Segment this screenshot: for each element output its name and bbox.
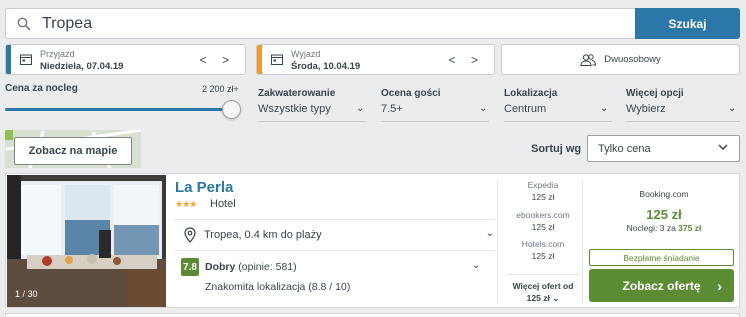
- more-options-label: Więcej opcji: [626, 88, 684, 99]
- accommodation-filter-value[interactable]: Wszystkie typy: [258, 103, 331, 115]
- deal-price: 125 zł: [531, 192, 555, 202]
- checkin-arrows[interactable]: < >: [200, 53, 235, 67]
- price-filter-label: Cena za nocleg: [5, 83, 78, 94]
- chevron-down-icon: [718, 144, 728, 151]
- price-slider-handle[interactable]: [222, 100, 241, 119]
- accommodation-filter[interactable]: Zakwaterowanie Wszystkie typy ⌄: [258, 83, 366, 122]
- rating-filter-label: Ocena gości: [381, 88, 441, 99]
- hotel-result-card: 1 / 30 La Perla ★★★ Hotel Tropea, 0.4 km…: [5, 173, 740, 308]
- filter-underline: [626, 121, 740, 122]
- deal-site: ebookers.com: [516, 210, 570, 220]
- best-deal-price: 125 zł: [646, 207, 682, 222]
- hotel-name-link[interactable]: La Perla: [175, 179, 233, 196]
- checkout-field[interactable]: Wyjazd Środa, 10.04.19 < >: [256, 44, 495, 75]
- best-deal-site: Booking.com: [639, 189, 689, 199]
- view-offer-label: Zobacz ofertę: [622, 278, 701, 293]
- chevron-down-icon: ⌄: [356, 103, 365, 114]
- checkout-label: Wyjazd: [291, 49, 321, 59]
- divider: [175, 219, 495, 220]
- rating-filter[interactable]: Ocena gości 7.5+ ⌄: [381, 83, 489, 122]
- page: Szukaj Przyjazd Niedziela, 07.04.19 < > …: [0, 0, 746, 317]
- checkin-field[interactable]: Przyjazd Niedziela, 07.04.19 < >: [5, 44, 246, 75]
- rating-summary[interactable]: Dobry (opinie: 581): [205, 261, 297, 273]
- calendar-icon: [271, 54, 283, 65]
- divider: [175, 250, 495, 251]
- filter-underline: [258, 121, 366, 122]
- room-type-label: Dwuosobowy: [604, 54, 661, 65]
- divider: [507, 274, 579, 275]
- accommodation-filter-label: Zakwaterowanie: [258, 88, 336, 99]
- hotel-type: Hotel: [210, 198, 236, 210]
- price-slider-track[interactable]: [5, 108, 233, 111]
- best-deal-nights: Noclegi: 3 za 375 zł: [589, 223, 739, 233]
- rating-score-badge: 7.8: [181, 258, 199, 276]
- next-result-card: [5, 313, 740, 317]
- divider: [497, 179, 498, 303]
- photo-counter: 1 / 30: [15, 289, 38, 299]
- checkout-value: Środa, 10.04.19: [291, 61, 361, 72]
- checkout-arrows[interactable]: < >: [449, 53, 484, 67]
- deal-site: Expedia: [527, 180, 559, 190]
- map-pin-icon: [184, 227, 196, 243]
- chevron-down-icon: ⌄: [728, 103, 737, 114]
- free-breakfast-badge: Bezpłatne śniadanie: [589, 249, 734, 266]
- chevron-down-icon: ⌄: [552, 293, 560, 303]
- deal-site: Hotels.com: [521, 239, 565, 249]
- checkin-label: Przyjazd: [40, 49, 75, 59]
- chevron-down-icon: ⌄: [472, 260, 481, 271]
- users-icon: [580, 53, 597, 66]
- more-offers-label: Więcej ofert od: [512, 281, 574, 291]
- hotel-photo[interactable]: 1 / 30: [7, 175, 166, 307]
- room-type-selector[interactable]: Dwuosobowy: [501, 44, 740, 75]
- more-offers-price: 125 zł: [526, 293, 550, 303]
- location-filter-value[interactable]: Centrum: [504, 103, 546, 115]
- hotel-location-row[interactable]: Tropea, 0.4 km do plaży ⌄: [184, 227, 494, 243]
- view-offer-button[interactable]: Zobacz ofertę ›: [589, 269, 734, 302]
- location-filter-label: Lokalizacja: [504, 88, 558, 99]
- nights-total: 375 zł: [678, 223, 702, 233]
- nights-prefix: Noclegi: 3 za: [626, 223, 676, 233]
- filter-underline: [504, 121, 612, 122]
- rating-filter-value[interactable]: 7.5+: [381, 103, 403, 115]
- deal-price: 125 zł: [531, 251, 555, 261]
- price-filter-max: 2 200 zł+: [202, 84, 239, 94]
- checkout-accent-bar: [257, 45, 262, 74]
- sort-value: Tylko cena: [598, 143, 651, 155]
- chevron-down-icon: ⌄: [479, 103, 488, 114]
- location-score: Znakomita lokalizacja (8.8 / 10): [205, 281, 351, 293]
- divider: [582, 179, 583, 303]
- rating-reviews: (opinie: 581): [238, 261, 297, 273]
- more-options-filter[interactable]: Więcej opcji Wybierz ⌄: [626, 83, 740, 122]
- chevron-down-icon: ⌄: [485, 228, 494, 239]
- sort-select[interactable]: Tylko cena: [587, 135, 740, 162]
- chevron-right-icon: ›: [717, 278, 722, 294]
- calendar-icon: [20, 54, 32, 65]
- deal-item[interactable]: Hotels.com 125 zł: [503, 239, 583, 261]
- map-park: [5, 130, 13, 140]
- deal-item[interactable]: ebookers.com 125 zł: [503, 210, 583, 232]
- show-map-button[interactable]: Zobacz na mapie: [14, 137, 132, 165]
- rating-word: Dobry: [205, 261, 236, 273]
- search-input[interactable]: [42, 12, 622, 35]
- hotel-location-text: Tropea, 0.4 km do plaży: [204, 229, 322, 241]
- more-options-value[interactable]: Wybierz: [626, 103, 666, 115]
- more-offers-button[interactable]: Więcej ofert od 125 zł ⌄: [503, 280, 583, 304]
- deal-item[interactable]: Expedia 125 zł: [503, 180, 583, 202]
- checkin-accent-bar: [6, 45, 11, 74]
- search-icon: [17, 17, 31, 31]
- deals-column: Expedia 125 zł ebookers.com 125 zł Hotel…: [503, 174, 583, 307]
- deal-price: 125 zł: [531, 222, 555, 232]
- filter-underline: [381, 121, 489, 122]
- hotel-photo-image: [7, 175, 166, 307]
- search-button[interactable]: Szukaj: [635, 8, 740, 39]
- best-deal: Booking.com 125 zł Noclegi: 3 za 375 zł …: [589, 174, 739, 307]
- search-field[interactable]: [5, 8, 636, 39]
- sort-label: Sortuj wg: [531, 143, 582, 155]
- hotel-stars: ★★★: [175, 199, 197, 209]
- chevron-down-icon: ⌄: [600, 103, 609, 114]
- checkin-value: Niedziela, 07.04.19: [40, 61, 124, 72]
- location-filter[interactable]: Lokalizacja Centrum ⌄: [504, 83, 612, 122]
